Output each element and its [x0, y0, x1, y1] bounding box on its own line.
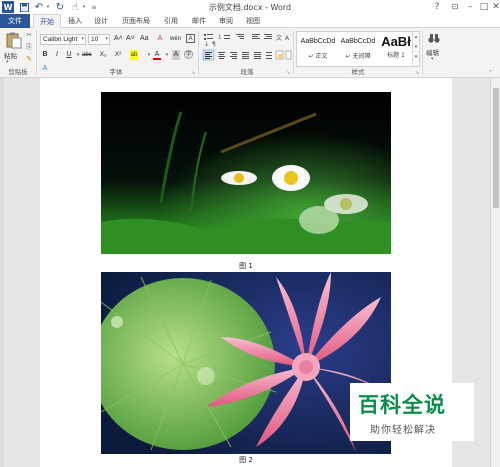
- collapse-ribbon-icon[interactable]: ˄: [489, 70, 492, 77]
- figure-1-caption: 图 1: [239, 262, 253, 270]
- paragraph-tools: 1. 文 A ↓ ¶: [202, 32, 292, 66]
- style-sample: AaBbCcDd: [300, 38, 336, 45]
- tab-review[interactable]: 审阅: [215, 14, 237, 28]
- cut-icon[interactable]: ✂: [25, 31, 33, 41]
- style-heading-1[interactable]: AaBł 标题 1: [376, 32, 416, 66]
- styles-group-label: 样式: [351, 68, 365, 76]
- font-color-dropdown-icon[interactable]: ▾: [163, 50, 171, 60]
- svg-text:1.: 1.: [218, 35, 223, 41]
- font-size-combo[interactable]: 10 ▾: [88, 34, 110, 45]
- editing-dropdown-icon[interactable]: ▾: [431, 56, 434, 62]
- paragraph-group-label: 段落: [240, 68, 254, 76]
- svg-text:¶: ¶: [212, 41, 216, 48]
- ribbon-tabs: 文件 开始 插入 设计 页面布局 引用 邮件 审阅 视图: [0, 14, 500, 28]
- tab-page-layout[interactable]: 页面布局: [118, 14, 154, 28]
- svg-text:↓: ↓: [204, 41, 209, 48]
- group-separator: [36, 31, 37, 75]
- underline-button[interactable]: U: [65, 50, 73, 60]
- group-separator: [198, 31, 199, 75]
- watermark-subtitle: 助你轻松解决: [370, 425, 436, 436]
- figure-1-image[interactable]: [101, 92, 391, 254]
- watermark-title: 百科全说: [358, 393, 446, 417]
- clipboard-group-label: 剪贴板: [8, 68, 28, 76]
- copy-icon[interactable]: ⎘: [25, 43, 33, 53]
- binoculars-icon[interactable]: [428, 32, 440, 44]
- font-name-value: Calibri Light: [43, 36, 78, 43]
- tab-design[interactable]: 设计: [90, 14, 112, 28]
- subscript-button[interactable]: X₂: [99, 50, 107, 60]
- tab-mailings[interactable]: 邮件: [188, 14, 210, 28]
- scrollbar-thumb[interactable]: [493, 88, 499, 208]
- styles-scroll[interactable]: ▴ ▾ ▾: [412, 32, 419, 66]
- figure-2-image[interactable]: [101, 272, 391, 454]
- tab-home[interactable]: 开始: [33, 14, 61, 28]
- change-case-button[interactable]: Aa: [140, 34, 149, 44]
- ribbon-display-button[interactable]: ⊡: [447, 0, 463, 13]
- format-painter-icon[interactable]: ✎: [25, 55, 33, 65]
- strikethrough-button[interactable]: abc: [82, 50, 92, 60]
- underline-dropdown-icon[interactable]: ▾: [74, 50, 82, 60]
- window-title: 示例文档.docx - Word: [208, 3, 292, 12]
- grow-font-button[interactable]: A˄: [114, 34, 123, 44]
- close-button[interactable]: ✕: [488, 0, 500, 13]
- style-normal[interactable]: AaBbCcDd ↵ 正文: [298, 32, 338, 66]
- chevron-down-icon: ▾: [105, 36, 108, 42]
- figure-2-caption: 图 2: [239, 456, 253, 464]
- vertical-ruler: [0, 78, 4, 467]
- title-bar: W ↶ ▾ ↻ ☝ ▾ ≡ 示例文档.docx - Word ? ⊡ – □ ✕: [0, 0, 500, 14]
- styles-dialog-launcher-icon[interactable]: ↘: [415, 70, 419, 76]
- character-border-button[interactable]: A: [186, 34, 195, 43]
- tab-view[interactable]: 视图: [242, 14, 264, 28]
- group-separator: [293, 31, 294, 75]
- tab-references[interactable]: 引用: [160, 14, 182, 28]
- svg-text:A: A: [285, 35, 290, 42]
- font-size-value: 10: [91, 36, 99, 43]
- style-name: ↵ 正文: [308, 53, 328, 60]
- group-separator: [422, 31, 423, 75]
- paragraph-dialog-launcher-icon[interactable]: ↘: [286, 70, 290, 76]
- highlight-button[interactable]: ab: [130, 50, 138, 60]
- font-group-label: 字体: [109, 68, 123, 76]
- superscript-button[interactable]: X²: [114, 50, 122, 60]
- paste-dropdown-icon[interactable]: ▾: [6, 59, 9, 65]
- style-name: ↵ 无间隔: [345, 53, 371, 60]
- font-name-combo[interactable]: Calibri Light ▾: [40, 34, 86, 45]
- tab-insert[interactable]: 插入: [64, 14, 86, 28]
- bold-button[interactable]: B: [41, 50, 49, 60]
- style-no-spacing[interactable]: AaBbCcDd ↵ 无间隔: [338, 32, 378, 66]
- phonetic-guide-button[interactable]: wén: [170, 34, 181, 44]
- enclose-characters-icon[interactable]: 字: [184, 50, 193, 59]
- style-name: 标题 1: [387, 52, 405, 59]
- vertical-scrollbar[interactable]: [490, 78, 500, 467]
- character-shading-button[interactable]: A: [172, 50, 180, 60]
- help-button[interactable]: ?: [429, 0, 445, 13]
- chevron-down-icon: ▾: [81, 36, 84, 42]
- shrink-font-button[interactable]: A˅: [126, 34, 135, 44]
- style-sample: AaBbCcDd: [340, 38, 376, 45]
- paste-icon[interactable]: [5, 31, 23, 49]
- font-color-button[interactable]: A: [153, 50, 161, 60]
- clear-formatting-button[interactable]: A: [156, 34, 164, 44]
- highlight-dropdown-icon[interactable]: ▾: [145, 50, 153, 60]
- svg-text:文: 文: [276, 34, 282, 42]
- style-sample: AaBł: [381, 34, 411, 49]
- watermark-logo: 百科全说 助你轻松解决: [350, 383, 474, 441]
- tab-file[interactable]: 文件: [0, 14, 30, 28]
- ribbon: 粘贴 ▾ ✂ ⎘ ✎ 剪贴板 Calibri Light ▾ 10 ▾ A˄ A…: [0, 28, 500, 78]
- italic-button[interactable]: I: [53, 50, 61, 60]
- font-dialog-launcher-icon[interactable]: ↘: [191, 70, 195, 76]
